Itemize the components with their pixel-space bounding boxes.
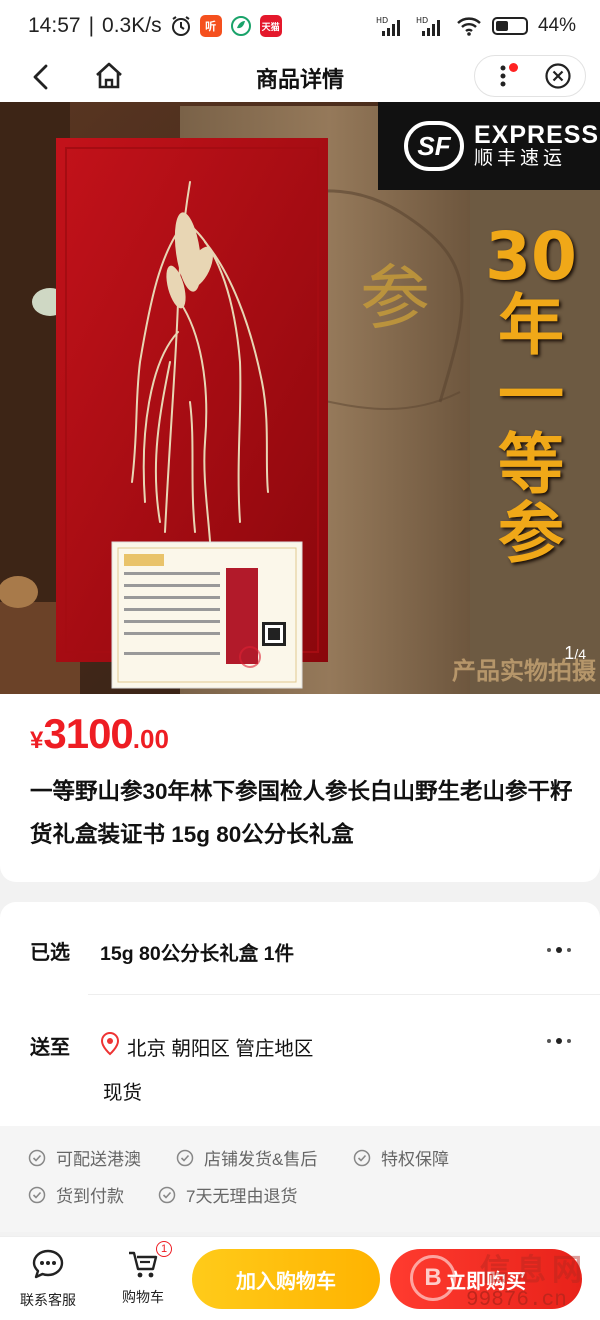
battery-percent: 44% [537,15,576,36]
check-circle-icon [158,1186,176,1203]
selected-spec[interactable]: 15g 80公分长礼盒 1件 [100,937,294,966]
image-counter-current: 1 [564,643,575,663]
guarantee-label: 店铺发货&售后 [204,1150,318,1169]
check-circle-icon [28,1186,46,1203]
listen-app-icon: 听 [199,15,222,37]
product-info-card: ¥3100.00 一等野山参30年林下参国检人参长白山野生老山参干籽货礼盒装证书… [0,694,600,882]
address-more-icon[interactable] [544,1035,574,1047]
service-guarantees[interactable]: 可配送港澳 店铺发货&售后 特权保障 货到付款 7天无理由退货 [0,1126,600,1232]
check-circle-icon [353,1149,371,1166]
divider [88,994,600,995]
guarantee-label: 货到付款 [56,1187,124,1206]
price-decimal: .00 [132,724,169,754]
overlay-char: 30 [485,218,577,295]
buy-now-button[interactable]: 立即购买 [390,1249,582,1309]
svg-text:HD: HD [416,16,428,25]
alarm-icon [171,16,190,36]
check-circle-icon [28,1149,46,1166]
bottom-action-bar: 联系客服 1 购物车 加入购物车 立即购买 B 信息网 99876.cn [0,1236,600,1320]
battery-level [495,21,508,31]
image-counter-total: /4 [574,646,586,662]
overlay-char: 等 [498,425,564,503]
cart-count-badge: 1 [156,1241,172,1257]
guarantee-item: 特权保障 [353,1145,449,1170]
close-circle-icon [544,63,571,89]
product-options-card: 已选 15g 80公分长礼盒 1件 送至 北京 朝阳区 管庄地区 现货 [0,902,600,1126]
product-image-carousel[interactable]: 参 SF EXPRESS 顺丰速运 30 年 一 等 参 产品实物拍摄 1/4 [0,102,600,694]
ship-to-label: 送至 [30,1037,70,1059]
guarantee-label: 可配送港澳 [56,1150,141,1169]
product-price: ¥3100.00 [30,710,169,758]
capsule-menu [474,55,586,97]
location-pin-icon [100,1032,120,1056]
status-time: 14:57 [28,14,81,37]
cart-label: 购物车 [122,1289,164,1305]
product-title: 一等野山参30年林下参国检人参长白山野生老山参干籽货礼盒装证书 15g 80公分… [30,779,573,847]
sf-express-text: EXPRESS [474,120,600,149]
close-button[interactable] [530,56,585,96]
add-to-cart-button[interactable]: 加入购物车 [192,1249,380,1309]
notification-dot [509,63,518,72]
sf-logo: SF [404,121,464,171]
guarantee-item: 7天无理由退货 [158,1182,297,1207]
guarantee-item: 店铺发货&售后 [176,1145,317,1170]
svg-text:HD: HD [376,16,388,25]
spec-more-icon[interactable] [544,944,574,956]
svg-text:参: 参 [360,257,430,339]
battery-icon [491,17,528,35]
wifi-icon [457,17,481,36]
cart-icon-wrap: 1 [126,1241,172,1281]
leaf-app-icon [230,16,251,36]
image-counter: 1/4 [564,643,586,664]
overlay-char: 年 [498,287,564,365]
guarantee-label: 特权保障 [381,1150,449,1169]
nav-bar: 商品详情 [0,52,600,102]
selected-label: 已选 [30,942,70,964]
sf-express-badge: SF EXPRESS 顺丰速运 [378,102,600,190]
customer-service-button[interactable]: 联系客服 [8,1247,88,1310]
price-integer: 3100 [43,710,133,757]
image-overlay-text: 30 年 一 等 参 [476,218,586,573]
signal-hd-1-icon: HD [376,16,400,36]
more-button[interactable] [475,56,530,96]
shopping-cart-icon [129,1251,158,1278]
stock-status: 现货 [103,1082,143,1104]
overlay-char: 一 [498,356,564,434]
signal-hd-2-icon: HD [416,16,440,36]
status-speed: 0.3K/s [102,14,162,37]
status-bar: 14:57 | 0.3K/s 听 天猫 HD HD 44% [0,0,600,52]
chat-bubble-icon [32,1249,64,1279]
check-circle-icon [176,1149,194,1166]
tmall-app-icon: 天猫 [259,15,282,37]
customer-service-label: 联系客服 [20,1292,76,1308]
status-separator: | [88,14,95,37]
price-symbol: ¥ [30,727,44,754]
cart-button[interactable]: 1 购物车 [103,1241,183,1307]
guarantee-item: 可配送港澳 [28,1145,141,1170]
ship-address[interactable]: 北京 朝阳区 管庄地区 [127,1032,313,1061]
sf-express-cn-text: 顺丰速运 [474,148,567,170]
guarantee-label: 7天无理由退货 [186,1187,298,1206]
more-vertical-icon [500,65,505,87]
overlay-char: 参 [498,495,564,573]
guarantee-item: 货到付款 [28,1182,124,1207]
